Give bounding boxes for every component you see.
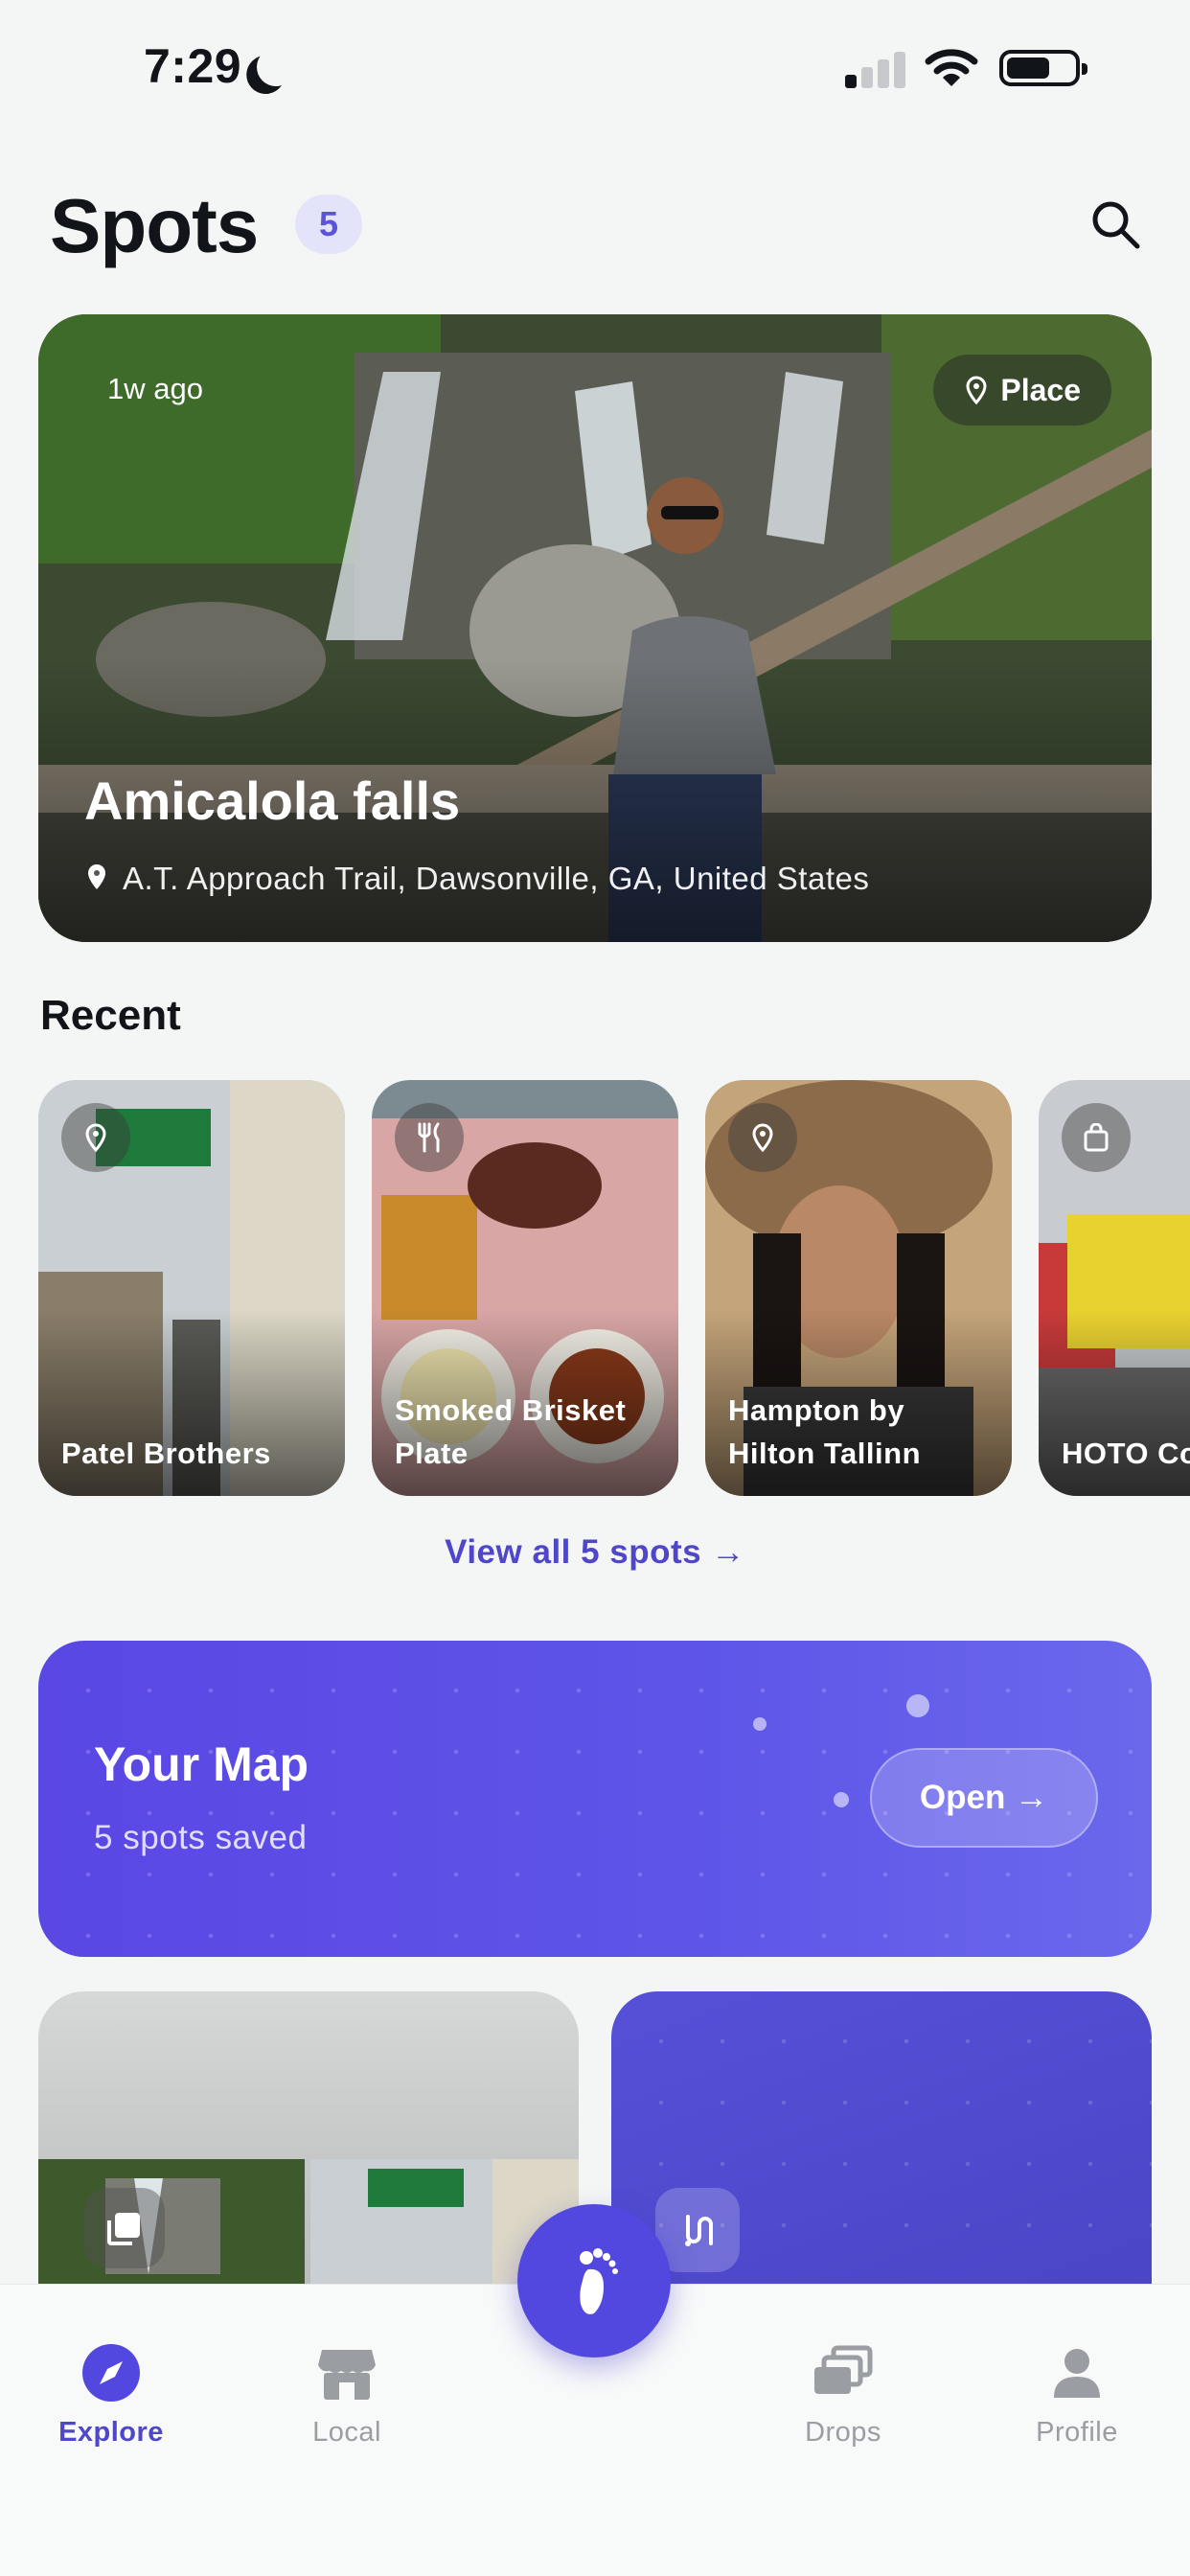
spot-title: Amicalola falls: [84, 770, 461, 831]
decorative-bubble: [753, 1717, 767, 1731]
tab-profile[interactable]: Profile: [981, 2342, 1173, 2449]
recent-spot-card[interactable]: Smoked Brisket Plate: [372, 1080, 678, 1496]
routes-preview-card[interactable]: [611, 1991, 1152, 2298]
view-all-spots-link[interactable]: View all 5 spots →: [0, 1533, 1190, 1572]
recent-carousel[interactable]: Patel Brothers Smoked Brisket Plate Hamp…: [38, 1080, 1190, 1496]
location-pin-icon: [88, 864, 105, 889]
recent-spot-label: Patel Brothers: [61, 1437, 271, 1470]
moon-icon: [254, 45, 298, 89]
pin-icon: [966, 376, 987, 404]
storefront-icon: [316, 2342, 378, 2404]
cellular-signal-icon: [845, 50, 906, 88]
tab-explore[interactable]: Explore: [15, 2342, 207, 2449]
tab-label: Local: [312, 2417, 381, 2448]
person-icon: [1046, 2342, 1108, 2404]
pin-icon: [61, 1103, 130, 1172]
recent-spot-card[interactable]: Hampton by Hilton Tallinn: [705, 1080, 1012, 1496]
tab-label: Explore: [58, 2417, 164, 2448]
photo-stack-icon: [84, 2188, 165, 2268]
footprint-icon: [580, 2248, 618, 2314]
compass-icon: [80, 2342, 142, 2404]
recent-section-title: Recent: [40, 992, 181, 1039]
drop-thumbnail-waterfall: [38, 2159, 305, 2298]
wifi-icon: [925, 49, 978, 86]
place-type-pill[interactable]: Place: [933, 355, 1111, 426]
place-type-label: Place: [1000, 373, 1081, 407]
decorative-bubble: [906, 1694, 929, 1717]
recent-spot-label: Smoked Brisket Plate: [395, 1393, 627, 1470]
shopping-bag-icon: [1062, 1103, 1131, 1172]
recent-spot-card[interactable]: Patel Brothers: [38, 1080, 345, 1496]
battery-icon: [999, 50, 1087, 86]
open-map-button[interactable]: Open →: [870, 1748, 1098, 1848]
spots-count-badge: 5: [295, 195, 362, 254]
tab-label: Profile: [1036, 2417, 1118, 2448]
tab-label: Drops: [805, 2417, 881, 2448]
map-card-title: Your Map: [94, 1737, 309, 1791]
search-icon[interactable]: [1087, 196, 1145, 254]
spot-address: A.T. Approach Trail, Dawsonville, GA, Un…: [123, 861, 870, 896]
recent-spot-label: Hampton by Hilton Tallinn: [728, 1393, 922, 1470]
drops-preview-card[interactable]: [38, 1991, 579, 2298]
map-card-subtitle: 5 spots saved: [94, 1819, 308, 1856]
status-bar: 7:29: [0, 0, 1190, 134]
decorative-bubble: [834, 1792, 849, 1807]
fork-knife-icon: [395, 1103, 464, 1172]
route-icon: [655, 2188, 740, 2272]
stacked-cards-icon: [812, 2342, 874, 2404]
tab-drops[interactable]: Drops: [747, 2342, 939, 2449]
your-map-card[interactable]: Your Map 5 spots saved Open →: [38, 1641, 1152, 1957]
recent-spot-label: HOTO Cordle: [1062, 1437, 1190, 1470]
spot-time-ago: 1w ago: [107, 372, 203, 405]
featured-spot-card[interactable]: 1w ago Place Amicalola falls A.T. Approa…: [38, 314, 1152, 942]
pin-icon: [728, 1103, 797, 1172]
drop-spot-button[interactable]: [517, 2204, 671, 2358]
status-time: 7:29: [144, 39, 242, 93]
page-title: Spots: [50, 183, 259, 268]
recent-spot-card[interactable]: HOTO Cordle: [1039, 1080, 1190, 1496]
tab-local[interactable]: Local: [251, 2342, 443, 2449]
